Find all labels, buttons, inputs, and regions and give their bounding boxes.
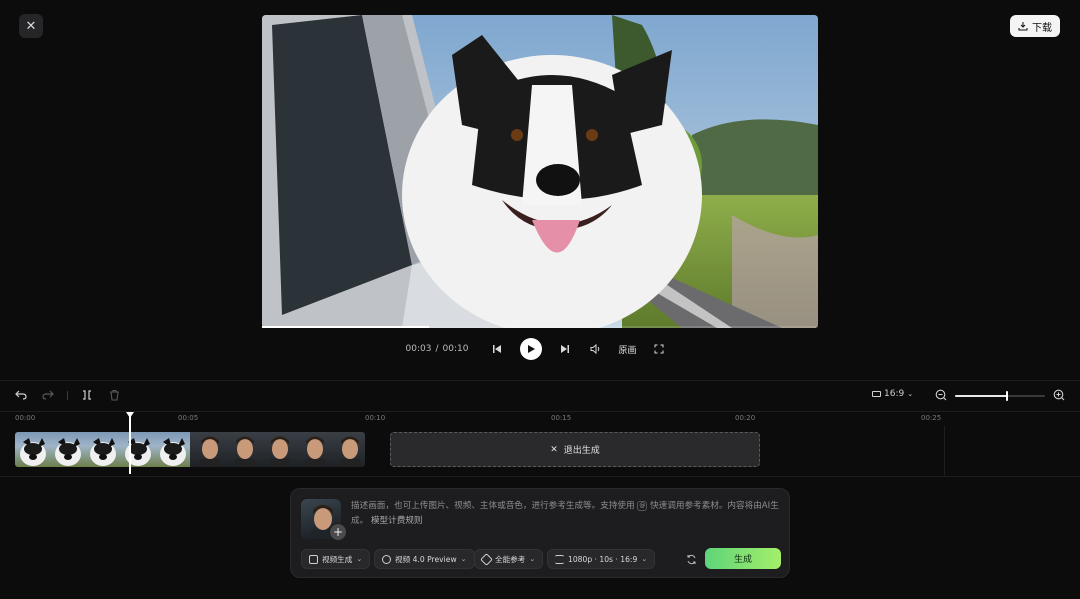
close-button[interactable]: ✕ xyxy=(19,14,43,38)
time-display: 00:03 / 00:10 xyxy=(406,344,469,354)
playback-controls: 00:03 / 00:10 原画 xyxy=(0,338,1080,360)
aspect-ratio-icon xyxy=(872,391,881,397)
mode-select[interactable]: 视频生成 ⌄ xyxy=(301,549,371,569)
chevron-down-icon: ⌄ xyxy=(907,390,914,398)
exit-generation-label: 退出生成 xyxy=(563,446,600,456)
at-mention-icon: @ xyxy=(637,500,648,511)
split-icon[interactable] xyxy=(80,388,94,402)
model-select[interactable]: 视频 4.0 Preview ⌄ xyxy=(374,549,475,569)
chevron-down-icon: ⌄ xyxy=(460,555,467,563)
ruler-tick: 00:20 xyxy=(735,414,756,422)
toolbar-separator xyxy=(67,391,68,400)
video-editor: ✕ 下载 00:03 / 00:10 原画 16:9 ⌄ 00:00 00:05… xyxy=(0,0,1080,599)
volume-icon[interactable] xyxy=(587,341,603,357)
prompt-input[interactable]: 描述画面，也可上传图片、视频、主体或音色，进行参考生成等。支持使用 @ 快速调用… xyxy=(351,499,781,529)
total-time: 00:10 xyxy=(442,344,469,354)
ruler-tick: 00:10 xyxy=(365,414,386,422)
reference-icon xyxy=(480,552,493,566)
clip-thumbnail xyxy=(295,432,330,467)
clip-thumbnail xyxy=(260,432,295,467)
reference-mode-label: 全能参考 xyxy=(495,554,526,564)
playback-progress-bar[interactable] xyxy=(262,326,818,328)
model-label: 视频 4.0 Preview xyxy=(395,554,457,564)
redo-icon[interactable] xyxy=(41,388,55,402)
video-clip-strip[interactable] xyxy=(15,432,365,467)
mode-label: 视频生成 xyxy=(322,554,353,564)
clip-thumbnail xyxy=(190,432,225,467)
ruler-tick: 00:25 xyxy=(921,414,942,422)
clip-thumbnail xyxy=(330,432,365,467)
download-button[interactable]: 下载 xyxy=(1010,15,1060,37)
reference-mode-select[interactable]: 全能参考 ⌄ xyxy=(474,549,544,569)
zoom-slider-handle[interactable] xyxy=(1006,391,1009,401)
current-time: 00:03 xyxy=(405,344,432,354)
fullscreen-icon[interactable] xyxy=(651,341,667,357)
timeline-track: ✕ 退出生成 xyxy=(0,426,945,476)
exit-generation-button[interactable]: ✕ 退出生成 xyxy=(390,432,760,467)
aspect-ratio-value: 16:9 xyxy=(884,389,905,399)
timeline-toolbar: 16:9 ⌄ xyxy=(0,386,1080,406)
prompt-placeholder-part1: 描述画面，也可上传图片、视频、主体或音色，进行参考生成等。支持使用 xyxy=(351,501,635,511)
plus-icon: + xyxy=(332,525,344,539)
chevron-down-icon: ⌄ xyxy=(529,555,536,563)
output-settings-label: 1080p · 10s · 16:9 xyxy=(568,554,638,564)
clip-thumbnail xyxy=(225,432,260,467)
play-icon xyxy=(528,345,536,353)
ruler-tick: 00:05 xyxy=(178,414,199,422)
download-icon xyxy=(1018,22,1028,31)
zoom-slider[interactable] xyxy=(955,391,1045,401)
clip-thumbnail xyxy=(155,432,190,467)
add-reference-button[interactable]: + xyxy=(329,523,347,541)
divider xyxy=(0,411,1080,412)
video-gen-icon xyxy=(309,554,318,564)
quality-original-button[interactable]: 原画 xyxy=(618,343,636,356)
timeline-ruler[interactable]: 00:00 00:05 00:10 00:15 00:20 00:25 xyxy=(0,414,945,426)
model-icon xyxy=(382,554,391,564)
skip-forward-icon[interactable] xyxy=(557,341,573,357)
video-frame-image xyxy=(262,15,818,328)
ruler-tick: 00:15 xyxy=(551,414,572,422)
playhead-handle[interactable] xyxy=(126,412,134,418)
divider xyxy=(0,476,1080,477)
delete-icon[interactable] xyxy=(107,388,121,402)
close-icon: ✕ xyxy=(25,18,37,34)
video-preview[interactable] xyxy=(262,15,818,328)
clip-thumbnail xyxy=(85,432,120,467)
zoom-out-icon[interactable] xyxy=(934,388,948,402)
output-settings-select[interactable]: 1080p · 10s · 16:9 ⌄ xyxy=(547,549,656,569)
time-separator: / xyxy=(435,344,439,354)
clip-thumbnail xyxy=(50,432,85,467)
clip-thumbnail xyxy=(120,432,155,467)
settings-icon xyxy=(555,554,564,564)
refresh-icon[interactable] xyxy=(684,552,698,566)
clip-thumbnail xyxy=(15,432,50,467)
playhead[interactable] xyxy=(126,412,134,474)
aspect-ratio-select[interactable]: 16:9 ⌄ xyxy=(872,389,913,399)
divider xyxy=(0,380,1080,381)
download-label: 下载 xyxy=(1032,22,1052,34)
zoom-slider-fill xyxy=(955,395,1008,397)
progress-fill xyxy=(262,326,429,328)
zoom-in-icon[interactable] xyxy=(1052,388,1066,402)
skip-back-icon[interactable] xyxy=(489,341,505,357)
close-icon: ✕ xyxy=(550,444,558,455)
prompt-panel: + 描述画面，也可上传图片、视频、主体或音色，进行参考生成等。支持使用 @ 快速… xyxy=(290,488,790,578)
chevron-down-icon: ⌄ xyxy=(641,555,648,563)
billing-rules-link[interactable]: 模型计费规则 xyxy=(371,516,423,526)
chevron-down-icon: ⌄ xyxy=(356,555,363,563)
undo-icon[interactable] xyxy=(14,388,28,402)
ruler-tick: 00:00 xyxy=(15,414,36,422)
generate-button[interactable]: 生成 xyxy=(705,548,781,569)
play-button[interactable] xyxy=(520,338,543,360)
